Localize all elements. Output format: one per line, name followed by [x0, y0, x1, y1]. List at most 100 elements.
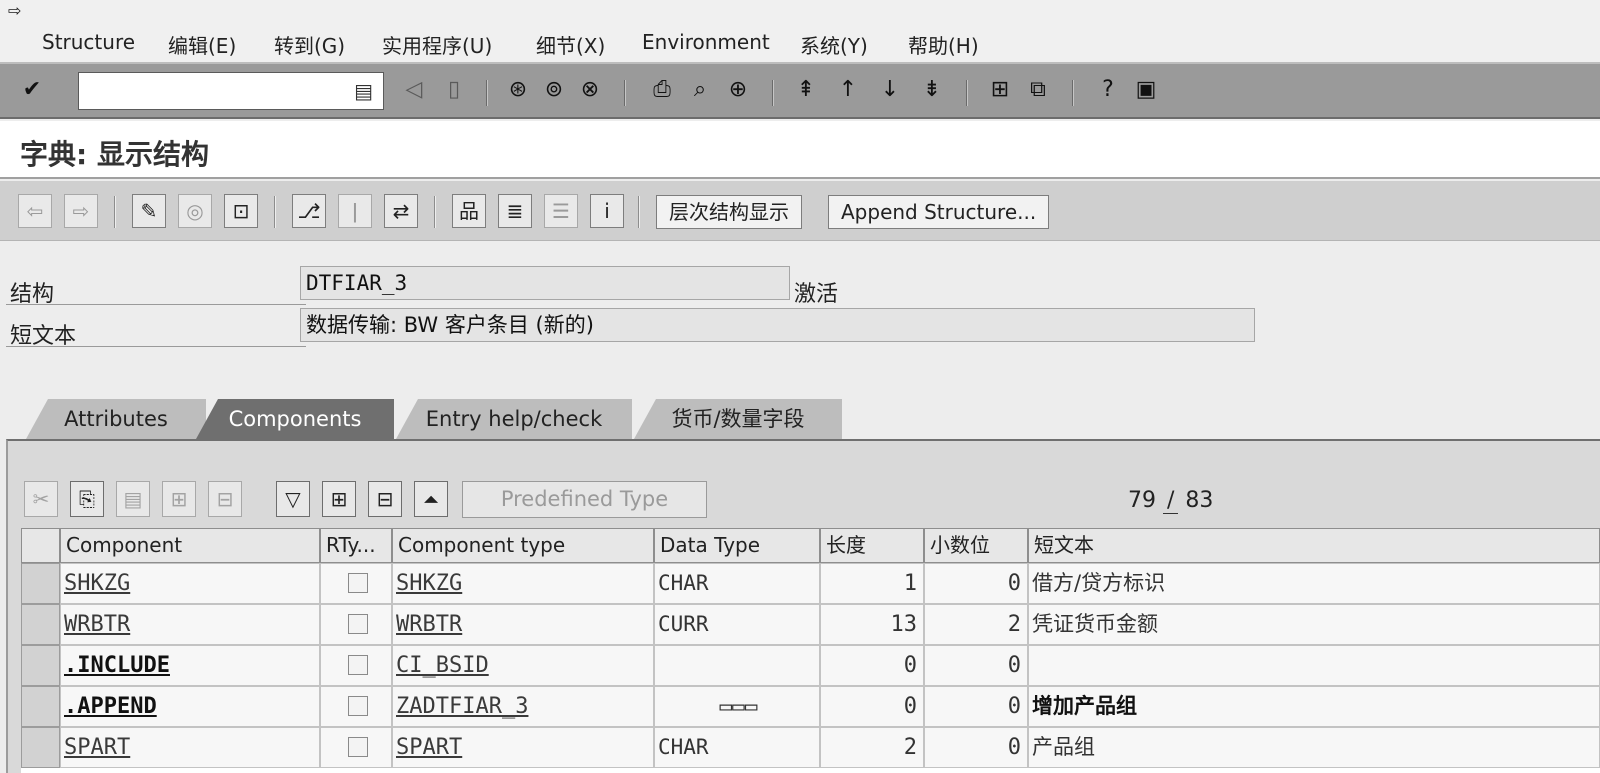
col-data-type[interactable]: Data Type	[654, 528, 820, 563]
col-length[interactable]: 长度	[820, 528, 924, 563]
command-dropdown-icon[interactable]: ▤	[354, 79, 373, 103]
filter-icon[interactable]: ▽	[276, 481, 310, 517]
menu-system[interactable]: 系统(Y)	[800, 30, 868, 59]
row-selector[interactable]	[21, 686, 60, 727]
short-text-field[interactable]: 数据传输: BW 客户条目 (新的)	[300, 308, 1255, 342]
copy-icon[interactable]: ⎘	[70, 481, 104, 517]
collapse-icon[interactable]: ⊟	[368, 481, 402, 517]
hierarchy-icon[interactable]: 品	[452, 194, 486, 228]
cell-length: 0	[820, 645, 924, 686]
cell-component-type[interactable]: SHKZG	[392, 563, 654, 604]
col-component-type[interactable]: Component type	[392, 528, 654, 563]
back-arrow-icon[interactable]: ◁	[400, 76, 428, 104]
cell-component[interactable]: .INCLUDE	[60, 645, 320, 686]
cell-component[interactable]: .APPEND	[60, 686, 320, 727]
next-page-icon[interactable]: ↓	[876, 76, 904, 104]
find-next-icon[interactable]: ⊕	[724, 76, 752, 104]
toolbar-separator	[624, 80, 626, 106]
delete-row-icon[interactable]: ⊟	[208, 481, 242, 517]
select-all-header[interactable]	[21, 528, 60, 563]
tab-components[interactable]: Components	[196, 399, 394, 439]
rtype-checkbox[interactable]	[347, 655, 368, 675]
append-structure-button[interactable]: Append Structure...	[828, 195, 1050, 229]
create-session-icon[interactable]: ⊞	[986, 76, 1014, 104]
menu-help[interactable]: 帮助(H)	[908, 30, 979, 59]
col-component[interactable]: Component	[60, 528, 320, 563]
navigate-icon[interactable]: ⇄	[384, 194, 418, 228]
col-rtype[interactable]: RTy...	[320, 528, 392, 563]
forward-arrow-icon[interactable]: ⇨	[64, 194, 98, 228]
menu-structure[interactable]: Structure	[42, 30, 135, 54]
structure-name-field[interactable]: DTFIAR_3	[300, 266, 790, 300]
row-selector[interactable]	[21, 604, 60, 645]
print-icon[interactable]: ⎙	[648, 76, 676, 104]
cut-icon[interactable]: ✂	[24, 481, 58, 517]
first-page-icon[interactable]: ⇞	[792, 76, 820, 104]
sort-icon[interactable]: ⏶	[414, 481, 448, 517]
cell-component[interactable]: SHKZG	[60, 563, 320, 604]
predefined-type-button[interactable]: Predefined Type	[462, 481, 707, 518]
rtype-checkbox[interactable]	[347, 696, 368, 716]
paste-icon[interactable]: ▤	[116, 481, 150, 517]
rtype-checkbox[interactable]	[347, 573, 368, 593]
cell-data-type: CHAR	[654, 563, 820, 604]
cell-decimals: 0	[924, 563, 1028, 604]
exit-icon[interactable]: ⊚	[540, 76, 568, 104]
tab-attributes[interactable]: Attributes	[26, 399, 206, 439]
cell-component-type[interactable]: SPART	[392, 727, 654, 768]
info-system-icon[interactable]: i	[590, 194, 624, 228]
hierarchy-display-button[interactable]: 层次结构显示	[656, 195, 802, 229]
command-input[interactable]	[85, 73, 345, 107]
menu-utilities[interactable]: 实用程序(U)	[382, 30, 492, 59]
cell-length: 0	[820, 686, 924, 727]
cell-component[interactable]: SPART	[60, 727, 320, 768]
cell-component-type[interactable]: ZADTFIAR_3	[392, 686, 654, 727]
info-icon[interactable]: ǀ	[338, 194, 372, 228]
object-list-icon[interactable]: ☰	[544, 194, 578, 228]
back-icon[interactable]: ⊛	[504, 76, 532, 104]
menu-details[interactable]: 细节(X)	[536, 30, 605, 59]
col-decimals[interactable]: 小数位	[924, 528, 1028, 563]
tab-entry-help[interactable]: Entry help/check	[396, 399, 632, 439]
page-title: 字典: 显示结构	[20, 138, 209, 171]
insert-row-icon[interactable]: ⊞	[162, 481, 196, 517]
where-used-icon[interactable]: ⎇	[292, 194, 326, 228]
cell-component-type[interactable]: CI_BSID	[392, 645, 654, 686]
col-short-text[interactable]: 短文本	[1028, 528, 1600, 563]
enter-check-icon[interactable]: ✔	[18, 76, 46, 104]
help-icon[interactable]: ?	[1094, 76, 1122, 104]
row-selector[interactable]	[21, 563, 60, 604]
rtype-checkbox[interactable]	[347, 737, 368, 757]
other-object-icon[interactable]: ◎	[178, 194, 212, 228]
menu-environment[interactable]: Environment	[642, 30, 770, 54]
command-field[interactable]: ▤	[78, 72, 384, 110]
row-selector[interactable]	[21, 645, 60, 686]
toolbar-separator	[274, 196, 276, 228]
cell-short-text	[1028, 645, 1600, 686]
back-arrow-icon[interactable]: ⇦	[18, 194, 52, 228]
menu-edit[interactable]: 编辑(E)	[168, 30, 236, 59]
save-icon[interactable]: ▯	[440, 76, 468, 104]
cell-length: 1	[820, 563, 924, 604]
cell-component-type[interactable]: WRBTR	[392, 604, 654, 645]
exit-icon[interactable]: ⇨	[8, 2, 32, 20]
rtype-checkbox[interactable]	[347, 614, 368, 634]
cancel-icon[interactable]: ⊗	[576, 76, 604, 104]
activate-icon[interactable]: ⊡	[224, 194, 258, 228]
toolbar-separator	[1072, 80, 1074, 106]
cell-length: 13	[820, 604, 924, 645]
layout-icon[interactable]: ▣	[1132, 76, 1160, 104]
row-selector[interactable]	[21, 727, 60, 768]
shortcut-icon[interactable]: ⧉	[1024, 76, 1052, 104]
cell-short-text: 产品组	[1028, 727, 1600, 768]
menu-goto[interactable]: 转到(G)	[274, 30, 345, 59]
cell-component[interactable]: WRBTR	[60, 604, 320, 645]
cell-data-type	[654, 645, 820, 686]
previous-page-icon[interactable]: ↑	[834, 76, 862, 104]
find-icon[interactable]: ⌕	[686, 76, 714, 104]
collapse-icon[interactable]: ≣	[498, 194, 532, 228]
tab-currency-quantity[interactable]: 货币/数量字段	[634, 399, 842, 439]
display-change-icon[interactable]: ✎	[132, 194, 166, 228]
last-page-icon[interactable]: ⇟	[918, 76, 946, 104]
expand-icon[interactable]: ⊞	[322, 481, 356, 517]
